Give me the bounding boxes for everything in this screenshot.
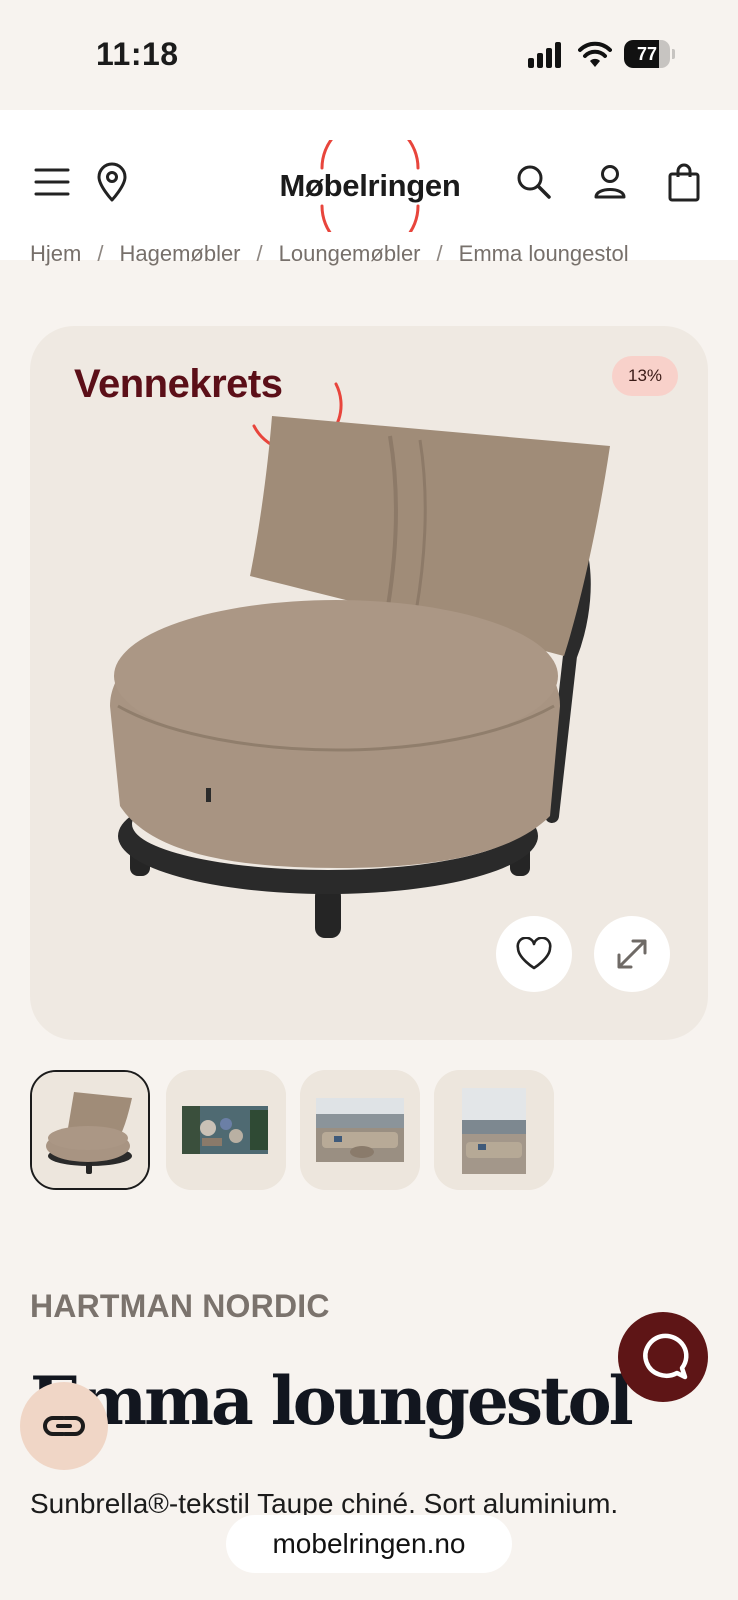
breadcrumb-item-lounge-furniture[interactable]: Loungemøbler — [279, 245, 421, 267]
chat-bubble-icon — [643, 1333, 689, 1380]
thumbnail-2[interactable] — [166, 1070, 286, 1190]
breadcrumb-item-home[interactable]: Hjem — [30, 245, 81, 267]
shopping-bag-icon[interactable] — [664, 160, 704, 204]
chat-button[interactable] — [618, 1312, 708, 1402]
location-pin-icon[interactable] — [92, 160, 132, 204]
product-brand[interactable]: HARTMAN NORDIC — [30, 1288, 330, 1325]
menu-icon[interactable] — [32, 162, 72, 202]
heart-icon — [516, 937, 552, 970]
thumbnail-strip — [30, 1070, 730, 1192]
battery-icon: 77 — [624, 40, 675, 68]
thumbnail-3[interactable] — [300, 1070, 420, 1190]
site-logo[interactable]: Møbelringen — [270, 140, 470, 232]
product-title: Emma loungestol — [30, 1362, 634, 1440]
breadcrumb-item-garden-furniture[interactable]: Hagemøbler — [119, 245, 240, 267]
add-to-wishlist-button[interactable] — [496, 916, 572, 992]
product-image-chair — [110, 416, 610, 938]
logo-text: Møbelringen — [279, 168, 461, 203]
discount-badge: 13% — [612, 356, 678, 396]
expand-image-button[interactable] — [594, 916, 670, 992]
status-bar: 11:18 77 — [0, 0, 738, 110]
breadcrumb: Hjem / Hagemøbler / Loungemøbler / Emma lounge… — [30, 245, 730, 275]
breadcrumb-item-current: Emma loungestol — [458, 245, 629, 266]
status-time: 11:18 — [96, 36, 179, 72]
loyalty-link-icon — [43, 1416, 85, 1436]
product-image-gallery[interactable]: Vennekrets 13% — [30, 326, 708, 1040]
breadcrumb-separator: / — [97, 245, 104, 266]
breadcrumb-separator: / — [436, 245, 443, 266]
expand-icon — [617, 939, 647, 969]
user-icon[interactable] — [590, 162, 630, 202]
site-header: Møbelringen — [0, 110, 738, 260]
wifi-icon — [578, 41, 612, 67]
search-icon[interactable] — [514, 162, 554, 202]
loyalty-button[interactable] — [20, 1382, 108, 1470]
breadcrumb-separator: / — [256, 245, 263, 266]
signal-icon — [528, 42, 561, 68]
battery-level: 77 — [636, 44, 658, 64]
thumbnail-1[interactable] — [30, 1070, 150, 1190]
thumbnail-4[interactable] — [434, 1070, 554, 1190]
browser-url-bar[interactable]: mobelringen.no — [226, 1515, 512, 1573]
